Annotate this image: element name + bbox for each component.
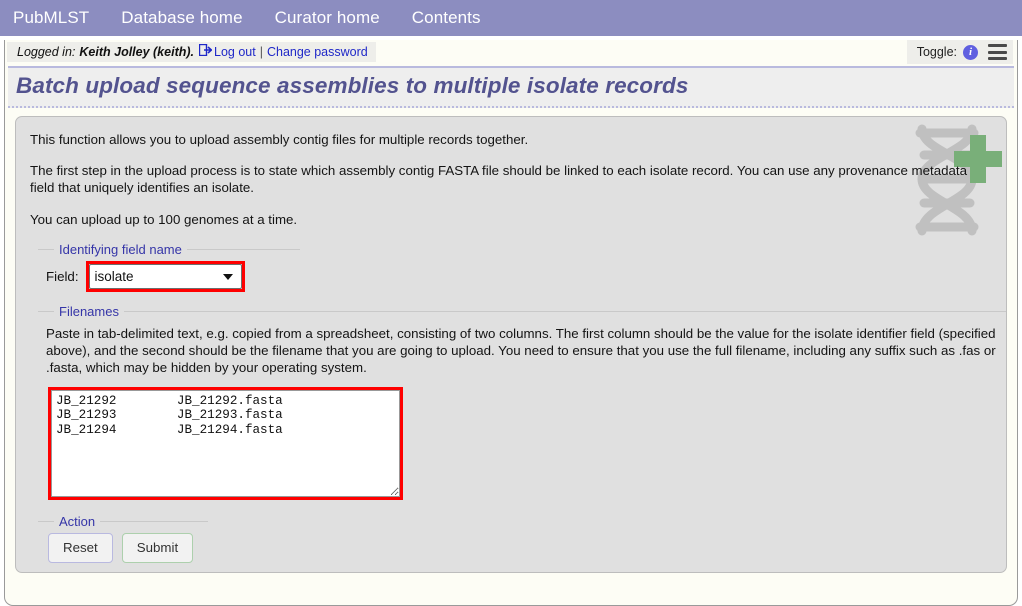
submit-button[interactable]: Submit <box>121 533 194 563</box>
identifying-field-legend: Identifying field name <box>59 242 182 257</box>
action-legend: Action <box>59 514 96 529</box>
nav-item-contents[interactable]: Contents <box>409 6 484 30</box>
logged-in-label: Logged in: <box>17 44 76 59</box>
filenames-legend: Filenames <box>59 304 119 319</box>
session-bar: Logged in: Keith Jolley (keith). Log out… <box>7 40 1015 64</box>
change-password-link[interactable]: Change password <box>267 45 368 59</box>
intro-paragraph-1: This function allows you to upload assem… <box>30 132 529 147</box>
top-navigation-bar: PubMLST Database home Curator home Conte… <box>0 0 1022 36</box>
nav-item-pubmlst[interactable]: PubMLST <box>10 6 92 30</box>
identifying-field-select[interactable]: isolate <box>88 264 242 289</box>
link-separator: | <box>259 44 263 59</box>
logged-in-username: Keith Jolley (keith). <box>79 44 194 59</box>
intro-paragraph-2: The first step in the upload process is … <box>30 163 967 195</box>
textarea-highlight <box>48 387 403 500</box>
field-select-highlight: isolate <box>85 261 245 292</box>
field-label: Field: <box>46 269 79 284</box>
page-title-bar: Batch upload sequence assemblies to mult… <box>8 66 1014 108</box>
info-icon[interactable]: i <box>963 44 978 60</box>
action-fieldset: Action Reset Submit <box>38 514 208 569</box>
filenames-textarea[interactable] <box>51 390 400 497</box>
field-row: Field: isolate <box>38 261 300 292</box>
nav-item-database-home[interactable]: Database home <box>118 6 245 30</box>
main-content-box: This function allows you to upload assem… <box>15 116 1007 573</box>
toggle-label: Toggle: <box>916 45 957 59</box>
field-select-wrapper: isolate <box>88 264 242 289</box>
filenames-instructions: Paste in tab-delimited text, e.g. copied… <box>46 326 996 375</box>
filenames-fieldset: Filenames Paste in tab-delimited text, e… <box>38 304 1006 506</box>
action-row: Reset Submit <box>38 533 208 563</box>
reset-button[interactable]: Reset <box>48 533 113 563</box>
logged-in-panel: Logged in: Keith Jolley (keith). Log out… <box>7 42 376 62</box>
hamburger-menu-icon[interactable] <box>988 44 1007 60</box>
textarea-wrapper <box>48 387 403 500</box>
intro-paragraph-3: You can upload up to 100 genomes at a ti… <box>30 212 298 227</box>
page-container: Logged in: Keith Jolley (keith). Log out… <box>4 40 1018 606</box>
nav-item-curator-home[interactable]: Curator home <box>272 6 383 30</box>
log-out-link[interactable]: Log out <box>214 45 256 59</box>
identifying-field-fieldset: Identifying field name Field: isolate <box>38 242 300 298</box>
page-title: Batch upload sequence assemblies to mult… <box>16 73 689 98</box>
logout-arrow-icon <box>198 43 213 59</box>
toggle-panel: Toggle: i <box>906 40 1013 64</box>
